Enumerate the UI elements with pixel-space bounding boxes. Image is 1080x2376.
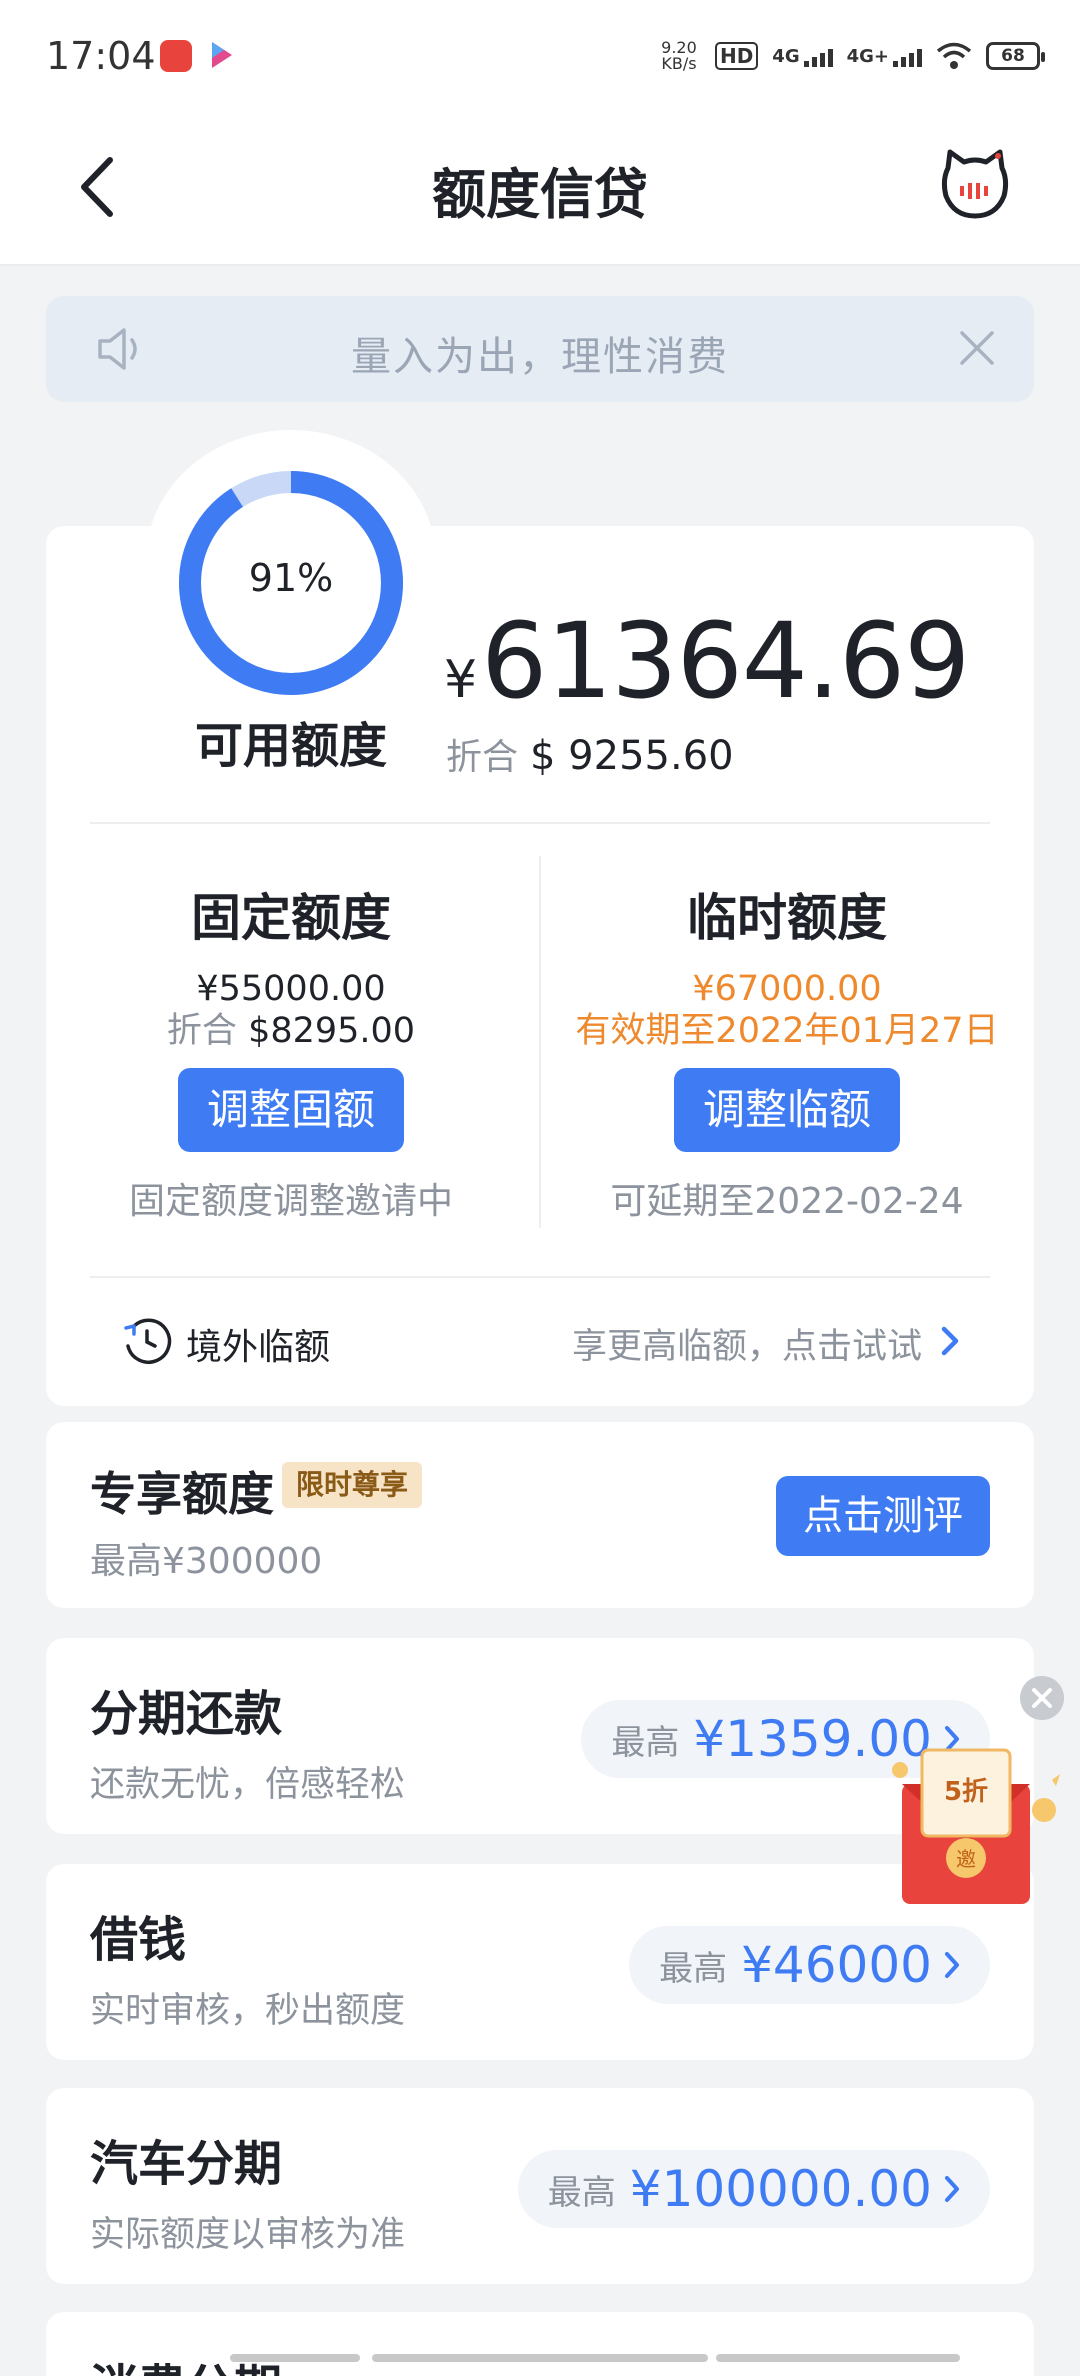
usd-amount: $ 9255.60 <box>530 733 734 779</box>
available-amount: ¥ 61364.69 <box>444 600 970 722</box>
status-bar: 17:04 9.20 KB/s HD 4G 4G+ 68 <box>0 0 1080 112</box>
available-credit-label: 可用额度 <box>194 718 387 774</box>
usd-label: 折合 <box>446 737 519 778</box>
chevron-right-icon <box>941 1326 959 1356</box>
fixed-credit-title: 固定额度 <box>191 889 391 947</box>
customer-service-icon[interactable] <box>940 148 1010 222</box>
max-amount-pill[interactable]: 最高 ¥46000 <box>629 1926 990 2004</box>
exclusive-credit-card: 专享额度 限时尊享 最高¥300000 点击测评 <box>46 1422 1034 1608</box>
notice-text: 量入为出，理性消费 <box>351 334 729 380</box>
fixed-credit-section: 固定额度 ¥55000.00 折合 $8295.00 调整固额 固定额度调整邀请… <box>66 878 516 1224</box>
wifi-icon <box>936 42 972 69</box>
product-title: 分期还款 <box>90 1686 283 1742</box>
fixed-credit-amount: ¥55000.00 <box>196 969 386 1009</box>
battery-icon: 68 <box>986 42 1045 70</box>
max-label: 最高 <box>611 1722 680 1763</box>
adjust-fixed-button[interactable]: 调整固额 <box>178 1068 404 1152</box>
usd-equivalent: 折合 $ 9255.60 <box>446 728 734 780</box>
signal-icon-2: 4G+ <box>847 46 922 67</box>
exclusive-subtitle: 最高¥300000 <box>90 1541 323 1582</box>
max-value: ¥100000.00 <box>629 2160 932 2218</box>
temporary-credit-section: 临时额度 ¥67000.00 有效期至2022年01月27日 调整临额 可延期至… <box>562 878 1012 1224</box>
fixed-credit-note: 固定额度调整邀请中 <box>128 1181 453 1222</box>
product-title: 借钱 <box>90 1912 187 1968</box>
invite-seal: 邀 <box>956 1847 976 1871</box>
temporary-credit-note: 可延期至2022-02-24 <box>610 1181 964 1222</box>
hd-icon: HD <box>714 42 759 70</box>
close-icon[interactable] <box>958 329 996 367</box>
max-label: 最高 <box>659 1948 728 1989</box>
page-title: 额度信贷 <box>432 163 648 226</box>
status-time: 17:04 <box>46 34 156 78</box>
status-indicators: 9.20 KB/s HD 4G 4G+ 68 <box>657 36 1045 76</box>
network-type-2: 4G+ <box>846 45 889 67</box>
chevron-right-icon <box>945 1952 959 1978</box>
temporary-credit-amount: ¥67000.00 <box>692 969 882 1009</box>
clock-refresh-icon <box>124 1318 172 1364</box>
adjust-temporary-button[interactable]: 调整临额 <box>674 1068 900 1152</box>
net-speed: 9.20 KB/s <box>661 38 697 73</box>
app-notification-icon <box>160 40 192 72</box>
notice-banner: 量入为出，理性消费 <box>46 296 1034 402</box>
divider <box>90 1276 990 1278</box>
overseas-hint: 享更高临额，点击试试 <box>571 1327 922 1367</box>
overseas-temp-credit-row[interactable]: 境外临额 享更高临额，点击试试 <box>46 1282 1034 1402</box>
network-type-1: 4G <box>772 45 800 67</box>
home-indicator <box>716 2354 960 2362</box>
home-indicator <box>372 2354 708 2362</box>
fixed-credit-usd: 折合 $8295.00 <box>66 1010 516 1052</box>
temporary-credit-validity: 有效期至2022年01月27日 <box>575 1011 999 1051</box>
product-subtitle: 还款无忧，倍感轻松 <box>90 1765 406 1805</box>
home-indicator <box>230 2354 360 2362</box>
available-percent: 91% <box>248 556 334 600</box>
fixed-usd-label: 折合 <box>166 1011 237 1051</box>
overseas-label: 境外临额 <box>186 1327 331 1368</box>
max-label: 最高 <box>547 2172 616 2213</box>
column-divider <box>539 856 541 1228</box>
max-amount-pill[interactable]: 最高 ¥100000.00 <box>517 2150 990 2228</box>
signal-icon: 4G <box>772 45 833 67</box>
temporary-credit-title: 临时额度 <box>687 889 887 947</box>
max-value: ¥46000 <box>741 1936 932 1994</box>
exclusive-title: 专享额度 <box>90 1467 274 1521</box>
limited-time-tag: 限时尊享 <box>282 1462 423 1508</box>
close-promo-icon[interactable] <box>1020 1676 1064 1720</box>
product-card-consumer-installment[interactable]: 消费分期 <box>46 2312 1034 2376</box>
product-card-car-loan[interactable]: 汽车分期 实际额度以审核为准 最高 ¥100000.00 <box>46 2088 1034 2284</box>
available-amount-value: 61364.69 <box>481 600 970 722</box>
discount-text: 5折 <box>944 1777 988 1807</box>
nav-bar: 额度信贷 <box>0 112 1080 266</box>
product-subtitle: 实际额度以审核为准 <box>90 2215 406 2255</box>
video-app-icon <box>212 42 232 68</box>
red-packet-promo-icon[interactable]: 5折 邀 <box>884 1740 1074 1910</box>
divider <box>90 822 990 824</box>
evaluate-button[interactable]: 点击测评 <box>776 1476 990 1556</box>
fixed-usd-amount: $8295.00 <box>248 1011 416 1051</box>
product-subtitle: 实时审核，秒出额度 <box>90 1991 406 2031</box>
currency-symbol: ¥ <box>444 650 478 710</box>
chevron-right-icon <box>945 2176 959 2202</box>
product-title: 汽车分期 <box>90 2136 283 2192</box>
product-title: 消费分期 <box>90 2348 282 2376</box>
